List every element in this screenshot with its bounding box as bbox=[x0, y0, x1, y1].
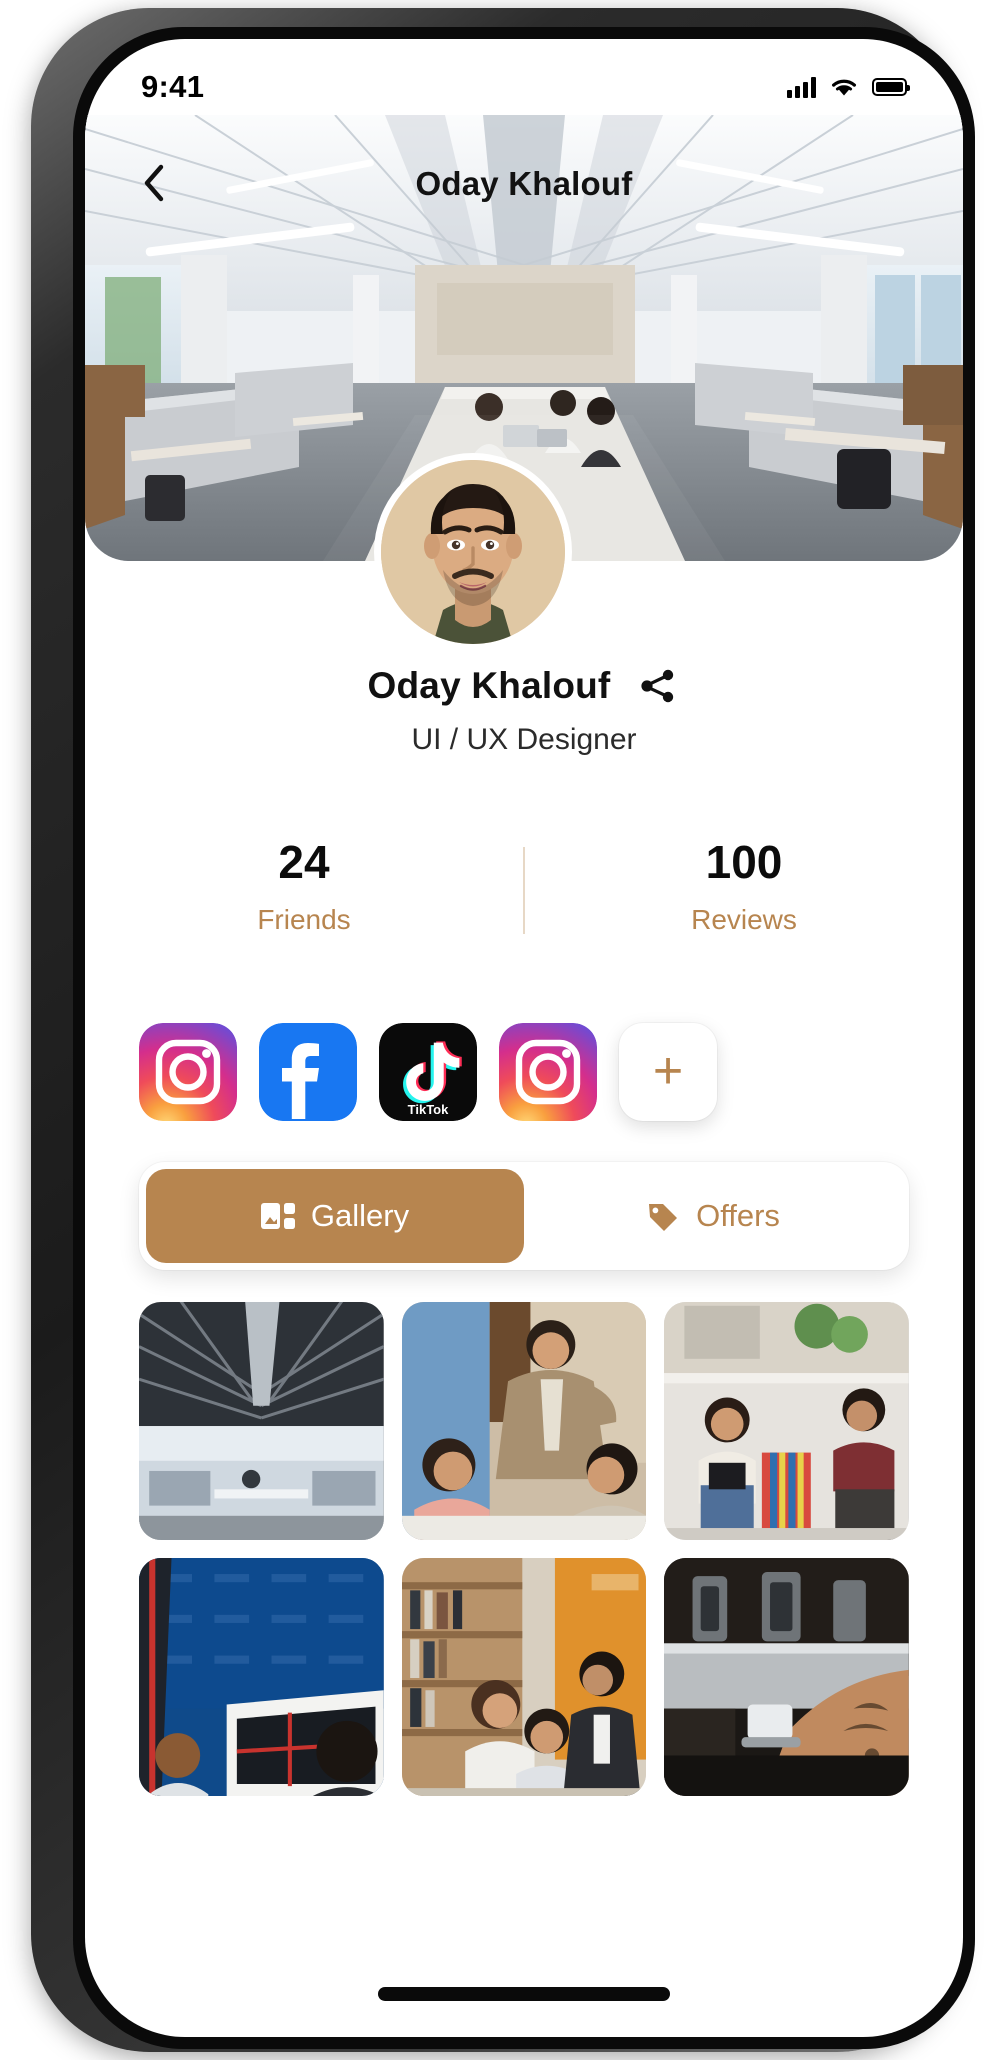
profile-stats: 24 Friends 100 Reviews bbox=[85, 839, 963, 936]
facebook-icon bbox=[259, 1023, 357, 1121]
page-title: Oday Khalouf bbox=[415, 165, 633, 202]
add-social-button[interactable]: + bbox=[619, 1023, 717, 1121]
gallery-item[interactable] bbox=[664, 1558, 909, 1796]
gallery-grid-icon bbox=[260, 1203, 295, 1229]
social-link-instagram[interactable] bbox=[139, 1023, 237, 1121]
stat-reviews[interactable]: 100 Reviews bbox=[525, 839, 963, 936]
instagram-icon bbox=[139, 1023, 237, 1121]
profile-identity: Oday Khalouf UI / UX Designer bbox=[85, 664, 963, 757]
share-button[interactable] bbox=[636, 664, 680, 708]
home-indicator bbox=[378, 1987, 670, 2001]
gallery-item[interactable] bbox=[401, 1302, 647, 1540]
status-bar-icons bbox=[787, 76, 910, 98]
stat-friends[interactable]: 24 Friends bbox=[85, 839, 523, 936]
share-icon bbox=[641, 669, 674, 703]
back-button[interactable] bbox=[125, 155, 181, 211]
tab-gallery[interactable]: Gallery bbox=[146, 1169, 524, 1263]
social-link-facebook[interactable] bbox=[259, 1023, 357, 1121]
tab-offers[interactable]: Offers bbox=[524, 1169, 902, 1263]
tiktok-icon: TikTok bbox=[379, 1023, 477, 1121]
gallery-item[interactable] bbox=[401, 1558, 647, 1796]
profile-role: UI / UX Designer bbox=[411, 723, 637, 756]
tab-offers-label: Offers bbox=[696, 1198, 780, 1233]
chevron-left-icon bbox=[144, 164, 164, 202]
tiktok-wordmark: TikTok bbox=[408, 1102, 449, 1117]
phone-screen: 9:41 Oday Khalouf Oday Khalouf UI / UX D… bbox=[85, 39, 963, 2037]
profile-name: Oday Khalouf bbox=[367, 665, 611, 706]
signal-bars-icon bbox=[787, 76, 816, 98]
nav-bar: Oday Khalouf bbox=[85, 149, 963, 219]
social-links-row: TikTok + bbox=[139, 1023, 909, 1121]
social-link-instagram-2[interactable] bbox=[499, 1023, 597, 1121]
stat-reviews-label: Reviews bbox=[691, 904, 797, 935]
gallery-item[interactable] bbox=[664, 1302, 909, 1540]
gallery-grid bbox=[139, 1302, 909, 1796]
social-link-tiktok[interactable]: TikTok bbox=[379, 1023, 477, 1121]
profile-name-row: Oday Khalouf bbox=[85, 664, 963, 708]
gallery-item[interactable] bbox=[139, 1558, 384, 1796]
content-tabs: Gallery Offers bbox=[139, 1162, 909, 1270]
instagram-icon bbox=[499, 1023, 597, 1121]
gallery-item[interactable] bbox=[139, 1302, 384, 1540]
plus-icon: + bbox=[652, 1042, 684, 1101]
stat-friends-value: 24 bbox=[278, 836, 330, 888]
stat-reviews-value: 100 bbox=[705, 836, 783, 888]
status-bar-time: 9:41 bbox=[141, 69, 205, 104]
wifi-icon bbox=[832, 79, 856, 96]
tag-icon bbox=[649, 1204, 678, 1231]
tab-gallery-label: Gallery bbox=[310, 1198, 410, 1233]
battery-full-icon bbox=[872, 78, 910, 96]
status-bar: 9:41 bbox=[85, 39, 963, 135]
phone-device-frame: 9:41 Oday Khalouf Oday Khalouf UI / UX D… bbox=[31, 8, 975, 2052]
avatar[interactable] bbox=[374, 453, 572, 651]
stat-friends-label: Friends bbox=[257, 904, 351, 935]
